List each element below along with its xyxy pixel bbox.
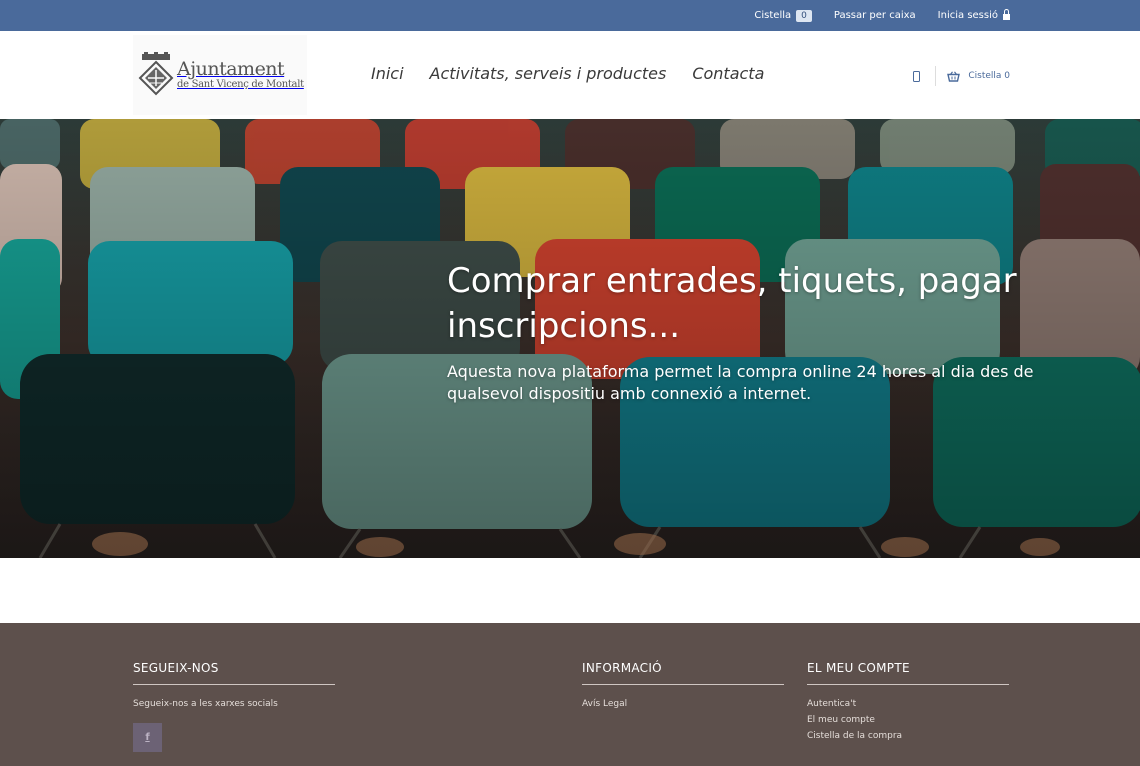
footer-account-column: EL MEU COMPTE Autentica't El meu compte … [807, 661, 1009, 741]
checkout-link[interactable]: Passar per caixa [834, 10, 916, 21]
logo-line1: Ajuntament [177, 58, 285, 80]
footer-link-avis-legal[interactable]: Avís Legal [582, 699, 784, 709]
topbar-cart-label: Cistella [754, 10, 792, 21]
login-link[interactable]: Inicia sessió [937, 9, 1010, 21]
topbar-cart-count-badge: 0 [796, 9, 812, 22]
divider [935, 66, 937, 86]
footer-link-cistella[interactable]: Cistella de la compra [807, 731, 1009, 741]
footer-account-heading: EL MEU COMPTE [807, 661, 1009, 685]
header-cart-link[interactable]: Cistella 0 [968, 71, 1010, 81]
basket-icon[interactable] [947, 70, 961, 82]
footer-info-column: INFORMACIÓ Avís Legal [582, 661, 784, 709]
main-nav: Inici Activitats, serveis i productes Co… [371, 64, 764, 83]
header-tools: Cistella 0 [913, 66, 1010, 86]
topbar-cart-link[interactable]: Cistella 0 [754, 9, 812, 22]
footer-link-autenticat[interactable]: Autentica't [807, 699, 1009, 709]
phone-icon[interactable] [913, 70, 921, 82]
checkout-label: Passar per caixa [833, 10, 916, 21]
facebook-icon[interactable]: f [133, 723, 162, 752]
site-logo[interactable]: Ajuntament de Sant Vicenç de Montalt [133, 35, 307, 115]
nav-item-activitats[interactable]: Activitats, serveis i productes [430, 64, 667, 83]
logo-text: Ajuntament de Sant Vicenç de Montalt [177, 60, 304, 90]
footer-follow-column: SEGUEIX-NOS Segueix-nos a les xarxes soc… [133, 661, 335, 752]
site-header: Ajuntament de Sant Vicenç de Montalt Ini… [0, 31, 1140, 119]
top-bar: Cistella 0 Passar per caixa Inicia sessi… [0, 0, 1140, 31]
footer-link-el-meu-compte[interactable]: El meu compte [807, 715, 1009, 725]
hero-subtitle: Aquesta nova plataforma permet la compra… [447, 362, 1034, 403]
top-bar-links: Cistella 0 Passar per caixa Inicia sessi… [754, 0, 1010, 31]
footer-follow-heading: SEGUEIX-NOS [133, 661, 335, 685]
hero-banner: Comprar entrades, tiquets, pagar inscrip… [0, 119, 1140, 558]
login-label: Inicia sessió [937, 10, 998, 21]
lock-icon [1003, 9, 1010, 20]
footer-follow-text: Segueix-nos a les xarxes socials [133, 699, 278, 709]
hero-text: Comprar entrades, tiquets, pagar inscrip… [447, 259, 1087, 405]
coat-of-arms-icon [138, 52, 174, 96]
nav-item-inici[interactable]: Inici [371, 64, 404, 83]
nav-item-contacta[interactable]: Contacta [692, 64, 764, 83]
logo-line2: de Sant Vicenç de Montalt [177, 79, 304, 90]
footer-info-heading: INFORMACIÓ [582, 661, 784, 685]
hero-title: Comprar entrades, tiquets, pagar inscrip… [447, 261, 1017, 346]
site-footer: SEGUEIX-NOS Segueix-nos a les xarxes soc… [0, 623, 1140, 766]
